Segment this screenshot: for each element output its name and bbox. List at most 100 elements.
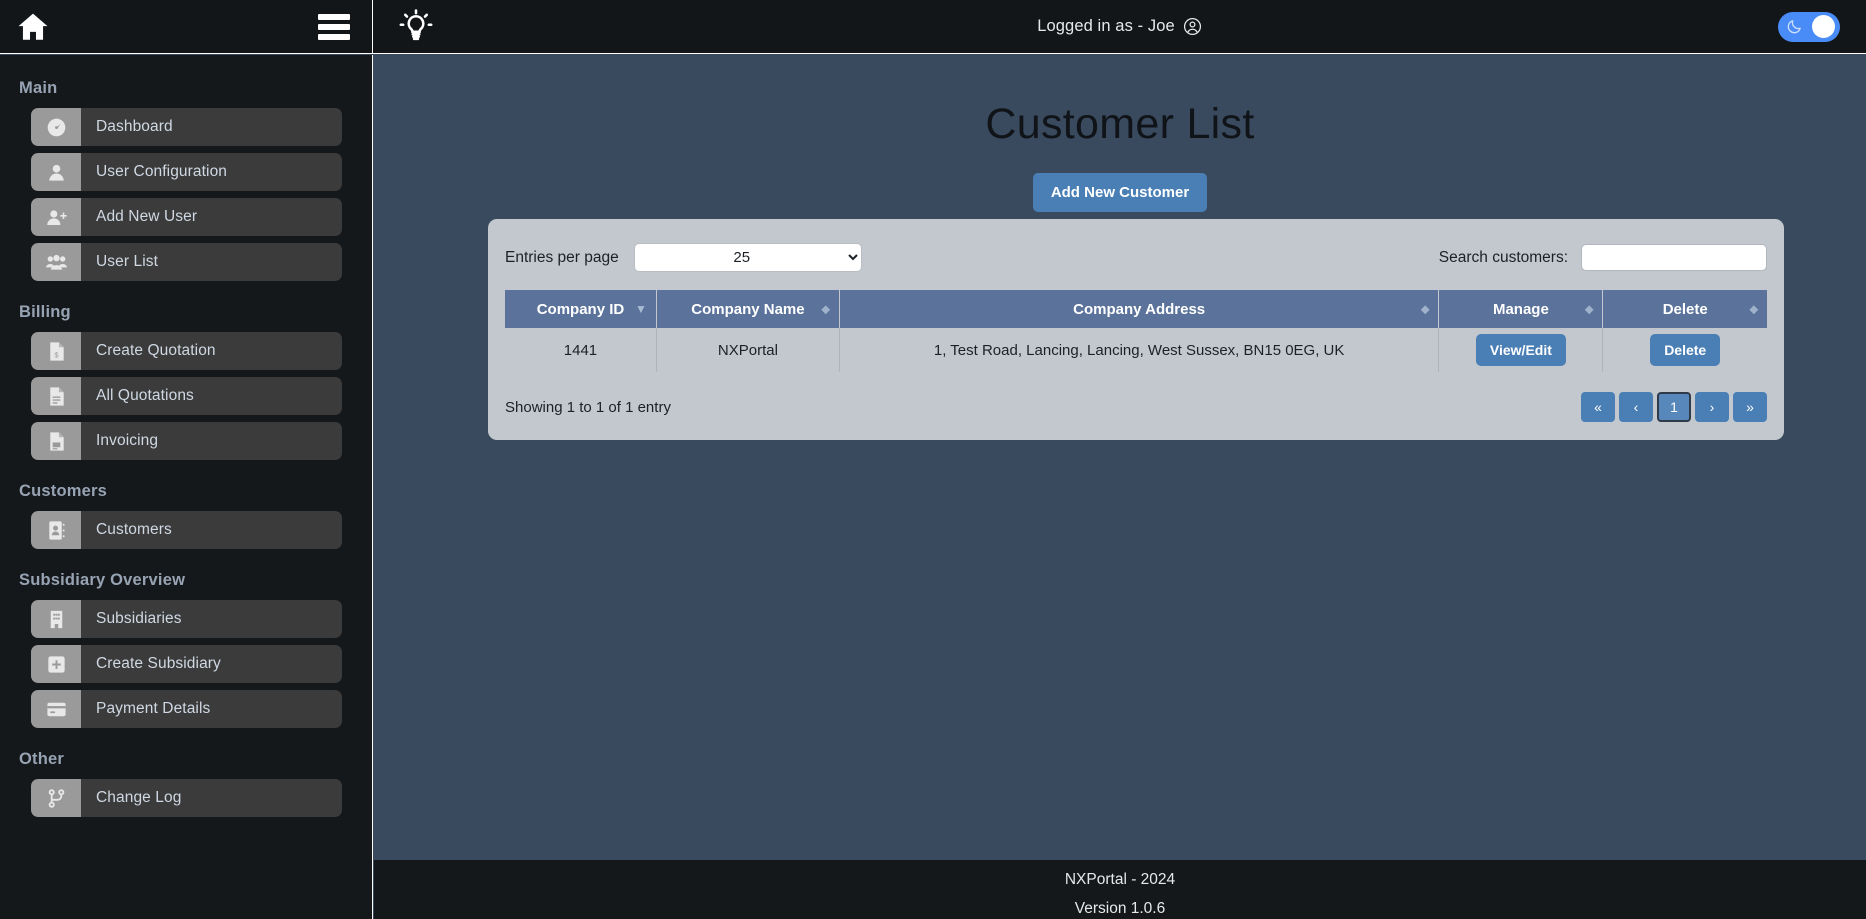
sidebar: Main Dashboard User Configuration Add Ne…: [0, 55, 373, 919]
gauge-icon: [31, 108, 81, 146]
view-edit-button[interactable]: View/Edit: [1475, 334, 1566, 366]
address-book-icon: [31, 511, 81, 549]
logged-in-status: Logged in as - Joe: [373, 17, 1866, 36]
user-circle-icon: [1183, 17, 1201, 36]
sidebar-item-label: Invoicing: [96, 432, 159, 449]
sidebar-section-subsidiary-overview: Subsidiary Overview Subsidiaries Create …: [0, 561, 372, 728]
search-customers-input[interactable]: [1581, 244, 1767, 271]
sidebar-section-customers: Customers Customers: [0, 472, 372, 549]
sidebar-item-invoicing[interactable]: Invoicing: [31, 422, 342, 460]
sidebar-section-other: Other Change Log: [0, 740, 372, 817]
sidebar-item-label: Subsidiaries: [96, 610, 182, 627]
sidebar-item-user-list[interactable]: User List: [31, 243, 342, 281]
sidebar-item-label: Change Log: [96, 789, 182, 806]
sidebar-item-label: Create Quotation: [96, 342, 216, 359]
logged-in-label: Logged in as - Joe: [1037, 17, 1175, 35]
footer-brand-line: NXPortal - 2024: [1064, 871, 1176, 888]
table-footer: Showing 1 to 1 of 1 entry «‹ 1 ›»: [505, 372, 1767, 422]
cell-delete: Delete: [1602, 328, 1767, 372]
sidebar-item-change-log[interactable]: Change Log: [31, 779, 342, 817]
sidebar-section-title: Customers: [19, 482, 107, 500]
sidebar-item-add-new-user[interactable]: Add New User: [31, 198, 342, 236]
sidebar-item-payment-details[interactable]: Payment Details: [31, 690, 342, 728]
moon-icon: [1787, 20, 1801, 34]
sidebar-item-label: Customers: [96, 521, 172, 538]
table-row: 1441 NXPortal 1, Test Road, Lancing, Lan…: [505, 328, 1767, 372]
toggle-knob: [1812, 15, 1835, 38]
pagination-button-3[interactable]: ›: [1695, 392, 1729, 422]
sidebar-section-main: Main Dashboard User Configuration Add Ne…: [0, 79, 372, 281]
pagination: «‹ 1 ›»: [1581, 392, 1767, 422]
pagination-page-current[interactable]: 1: [1657, 392, 1691, 422]
column-header-company-id[interactable]: Company ID ▼: [505, 290, 657, 328]
cell-company-id: 1441: [505, 328, 657, 372]
column-header-company-address[interactable]: Company Address ⬥: [839, 290, 1440, 328]
user-icon: [31, 153, 81, 191]
table-header-row: Company ID ▼ Company Name ⬥ Company Addr…: [505, 290, 1767, 328]
column-header-label: Company Name: [691, 300, 805, 318]
column-header-delete[interactable]: Delete ⬥: [1602, 290, 1767, 328]
sidebar-section-title: Other: [19, 750, 65, 768]
cell-company-name: NXPortal: [656, 328, 840, 372]
delete-button[interactable]: Delete: [1650, 334, 1721, 366]
showing-entries-text: Showing 1 to 1 of 1 entry: [505, 398, 671, 416]
hamburger-menu-icon[interactable]: [318, 13, 350, 40]
sidebar-item-create-subsidiary[interactable]: Create Subsidiary: [31, 645, 342, 683]
column-header-label: Company Address: [1073, 300, 1206, 318]
sidebar-item-label: Add New User: [96, 208, 198, 225]
column-header-label: Manage: [1492, 300, 1549, 318]
sidebar-section-billing: Billing $ Create Quotation All Quotation…: [0, 293, 372, 460]
main-content: Customer List Add New Customer Entries p…: [374, 55, 1866, 860]
cell-company-address: 1, Test Road, Lancing, Lancing, West Sus…: [839, 328, 1440, 372]
sidebar-item-dashboard[interactable]: Dashboard: [31, 108, 342, 146]
page-title: Customer List: [985, 100, 1255, 148]
top-bar: Logged in as - Joe: [0, 0, 1866, 54]
search-customers-group: Search customers:: [1439, 244, 1767, 271]
theme-toggle-switch[interactable]: [1778, 11, 1840, 42]
home-icon[interactable]: [14, 10, 52, 44]
top-bar-right-section: Logged in as - Joe: [373, 0, 1866, 54]
column-header-company-name[interactable]: Company Name ⬥: [656, 290, 840, 328]
sort-toggle-icon: ⬥: [1420, 302, 1430, 316]
entries-per-page-select[interactable]: 102550100: [633, 243, 862, 272]
sidebar-item-label: All Quotations: [96, 387, 194, 404]
sort-toggle-icon: ⬥: [1585, 302, 1594, 316]
user-plus-icon: [31, 198, 81, 236]
sidebar-section-title: Main: [19, 79, 58, 97]
customer-table-panel: Entries per page 102550100 Search custom…: [488, 219, 1784, 440]
search-customers-label: Search customers:: [1438, 248, 1568, 266]
column-header-label: Delete: [1662, 300, 1708, 318]
document-dollar-icon: $: [31, 332, 81, 370]
pagination-button-0[interactable]: «: [1581, 392, 1615, 422]
sidebar-item-user-configuration[interactable]: User Configuration: [31, 153, 342, 191]
sidebar-section-title: Subsidiary Overview: [19, 571, 186, 589]
sidebar-item-label: Payment Details: [96, 700, 211, 717]
table-body: 1441 NXPortal 1, Test Road, Lancing, Lan…: [505, 328, 1767, 372]
page-footer: NXPortal - 2024 Version 1.0.6: [374, 860, 1866, 919]
sidebar-section-title: Billing: [19, 303, 71, 321]
sort-toggle-icon: ⬥: [1749, 302, 1758, 316]
column-header-label: Company ID: [536, 300, 625, 318]
table-toolbar: Entries per page 102550100 Search custom…: [505, 237, 1767, 290]
pagination-button-4[interactable]: »: [1733, 392, 1767, 422]
sidebar-item-customers[interactable]: Customers: [31, 511, 342, 549]
entries-per-page-group: Entries per page 102550100: [505, 243, 862, 272]
customer-table: Company ID ▼ Company Name ⬥ Company Addr…: [505, 290, 1767, 372]
users-group-icon: [31, 243, 81, 281]
sidebar-item-label: Create Subsidiary: [96, 655, 221, 672]
sidebar-item-create-quotation[interactable]: $ Create Quotation: [31, 332, 342, 370]
pagination-button-1[interactable]: ‹: [1619, 392, 1653, 422]
invoice-icon: [31, 422, 81, 460]
sidebar-item-subsidiaries[interactable]: Subsidiaries: [31, 600, 342, 638]
document-lines-icon: [31, 377, 81, 415]
sidebar-item-label: User List: [96, 253, 159, 270]
sort-descending-icon: ▼: [635, 302, 647, 316]
sidebar-item-all-quotations[interactable]: All Quotations: [31, 377, 342, 415]
column-header-manage[interactable]: Manage ⬥: [1438, 290, 1604, 328]
credit-card-icon: [31, 690, 81, 728]
footer-version-line: Version 1.0.6: [1074, 900, 1166, 917]
top-bar-left-section: [0, 0, 373, 54]
add-new-customer-button[interactable]: Add New Customer: [1032, 173, 1208, 212]
cell-manage: View/Edit: [1438, 328, 1604, 372]
table-header: Company ID ▼ Company Name ⬥ Company Addr…: [505, 290, 1767, 328]
